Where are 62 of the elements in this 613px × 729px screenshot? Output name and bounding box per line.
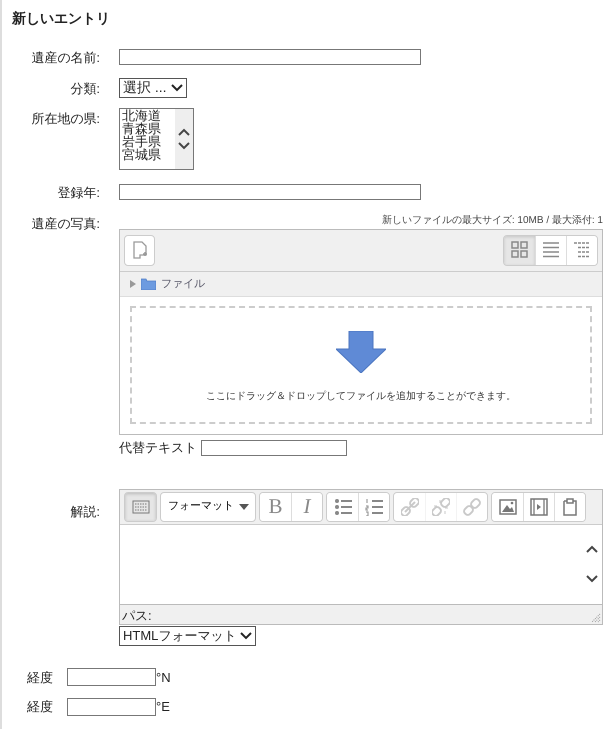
alt-text-label: 代替テキスト xyxy=(119,439,197,457)
path-label: パス: xyxy=(122,608,152,622)
keyboard-icon xyxy=(132,498,150,514)
anchor-icon xyxy=(463,498,481,516)
caret-icon xyxy=(170,84,183,92)
field-label: 解説: xyxy=(69,502,100,520)
media-icon xyxy=(530,498,548,516)
add-file-button[interactable] xyxy=(124,234,155,266)
text-field[interactable] xyxy=(119,48,421,65)
paste-button[interactable] xyxy=(554,492,585,520)
field-label: 遺産の名前: xyxy=(30,49,100,67)
field-label: 登録年: xyxy=(56,184,100,202)
coordinate-label: 経度 xyxy=(27,668,54,686)
italic-button[interactable]: I xyxy=(291,492,322,520)
field-label: 所在地の県: xyxy=(30,110,100,128)
scroll-down-icon xyxy=(178,142,190,150)
format-select[interactable]: HTMLフォーマット xyxy=(119,626,256,646)
coordinate-field[interactable] xyxy=(67,698,156,716)
unit-label: °N xyxy=(156,668,171,686)
list-option[interactable]: 岩手県 xyxy=(122,135,175,148)
view-button[interactable] xyxy=(535,236,566,264)
list-option[interactable]: 宮城県 xyxy=(122,148,175,161)
prefecture-listbox[interactable]: 北海道 青森県 岩手県 宮城県 xyxy=(119,108,194,170)
numbered-list-button[interactable] xyxy=(358,492,389,520)
resize-grip-icon xyxy=(591,612,601,622)
category-select[interactable]: 選択 ... xyxy=(119,78,187,98)
view-button[interactable] xyxy=(566,236,597,264)
view-button[interactable] xyxy=(504,236,535,264)
field-label: 分類: xyxy=(69,80,100,98)
caret-icon xyxy=(240,632,252,640)
caret-icon xyxy=(239,504,249,510)
unit-label: °E xyxy=(156,698,170,716)
drop-hint: ここにドラッグ＆ドロップしてファイルを追加することができます。 xyxy=(206,390,516,404)
alt-text-field[interactable] xyxy=(201,440,347,456)
coordinate-label: 経度 xyxy=(27,698,54,716)
grid-view-icon xyxy=(510,241,528,259)
text-field[interactable] xyxy=(119,184,421,200)
list-view-icon xyxy=(542,241,560,259)
page-title: 新しいエントリ xyxy=(12,9,111,28)
format-dropdown[interactable]: フォーマット xyxy=(160,492,256,522)
folder-icon xyxy=(141,278,156,290)
scroll-up-icon xyxy=(178,128,190,136)
tree-view-icon xyxy=(573,241,591,259)
field-label: 遺産の写真: xyxy=(30,214,100,232)
scroll-down-icon xyxy=(586,575,598,583)
scroll-up-icon xyxy=(586,545,598,553)
numbered-list-icon xyxy=(365,498,383,516)
toolbar-toggle-button[interactable] xyxy=(125,492,156,520)
unlink-icon xyxy=(432,498,450,516)
add-file-icon xyxy=(132,241,148,259)
folder-name[interactable]: ファイル xyxy=(161,276,205,292)
expand-arrow-icon xyxy=(130,280,136,288)
drop-zone[interactable]: ここにドラッグ＆ドロップしてファイルを追加することができます。 xyxy=(130,306,592,424)
image-icon xyxy=(498,498,516,516)
paste-icon xyxy=(561,498,579,516)
bullet-list-icon xyxy=(334,498,352,516)
list-option[interactable]: 青森県 xyxy=(122,122,175,135)
download-arrow-icon xyxy=(336,331,386,373)
file-limits: 新しいファイルの最大サイズ: 10MB / 最大添付: 1 xyxy=(380,214,603,228)
link-icon xyxy=(400,498,418,516)
coordinate-field[interactable] xyxy=(67,668,156,686)
list-option[interactable]: 北海道 xyxy=(122,109,175,122)
